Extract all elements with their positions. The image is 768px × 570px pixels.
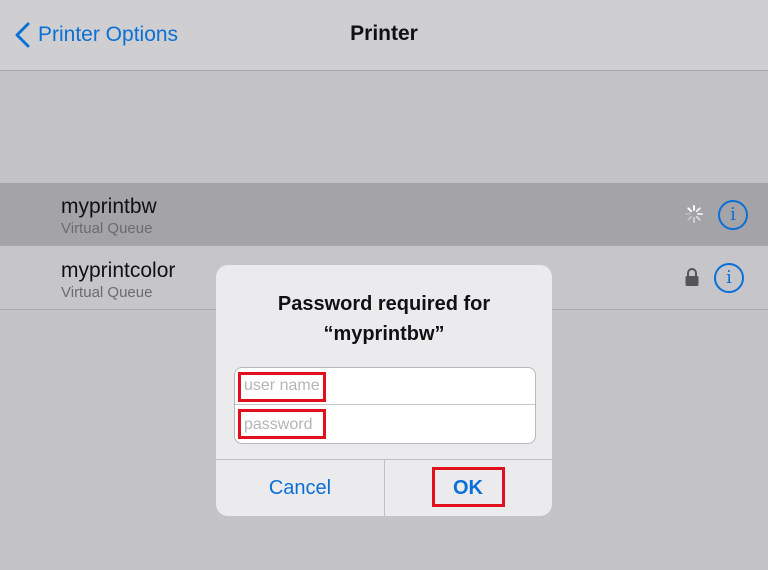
page-title: Printer	[350, 22, 418, 45]
ok-highlight-box	[432, 467, 505, 507]
info-icon[interactable]: i	[714, 263, 744, 293]
dialog-title-line1: Password required for	[277, 293, 491, 315]
dialog-title: Password required for “myprintbw”	[216, 289, 552, 349]
printer-subtitle: Virtual Queue	[61, 284, 153, 301]
password-highlight-box	[238, 409, 326, 439]
navigation-bar: Printer Options Printer	[0, 0, 768, 71]
printer-name: myprintbw	[61, 195, 157, 218]
username-highlight-box	[238, 372, 326, 402]
cancel-button[interactable]: Cancel	[216, 460, 385, 516]
dialog-title-line2: “myprintbw”	[323, 323, 445, 345]
lock-icon	[685, 268, 699, 286]
spinner-icon	[685, 205, 703, 223]
printer-row-myprintbw[interactable]: myprintbw Virtual Queue i	[0, 183, 768, 246]
printer-name: myprintcolor	[61, 259, 176, 282]
printer-subtitle: Virtual Queue	[61, 220, 153, 237]
info-icon[interactable]: i	[718, 200, 748, 230]
